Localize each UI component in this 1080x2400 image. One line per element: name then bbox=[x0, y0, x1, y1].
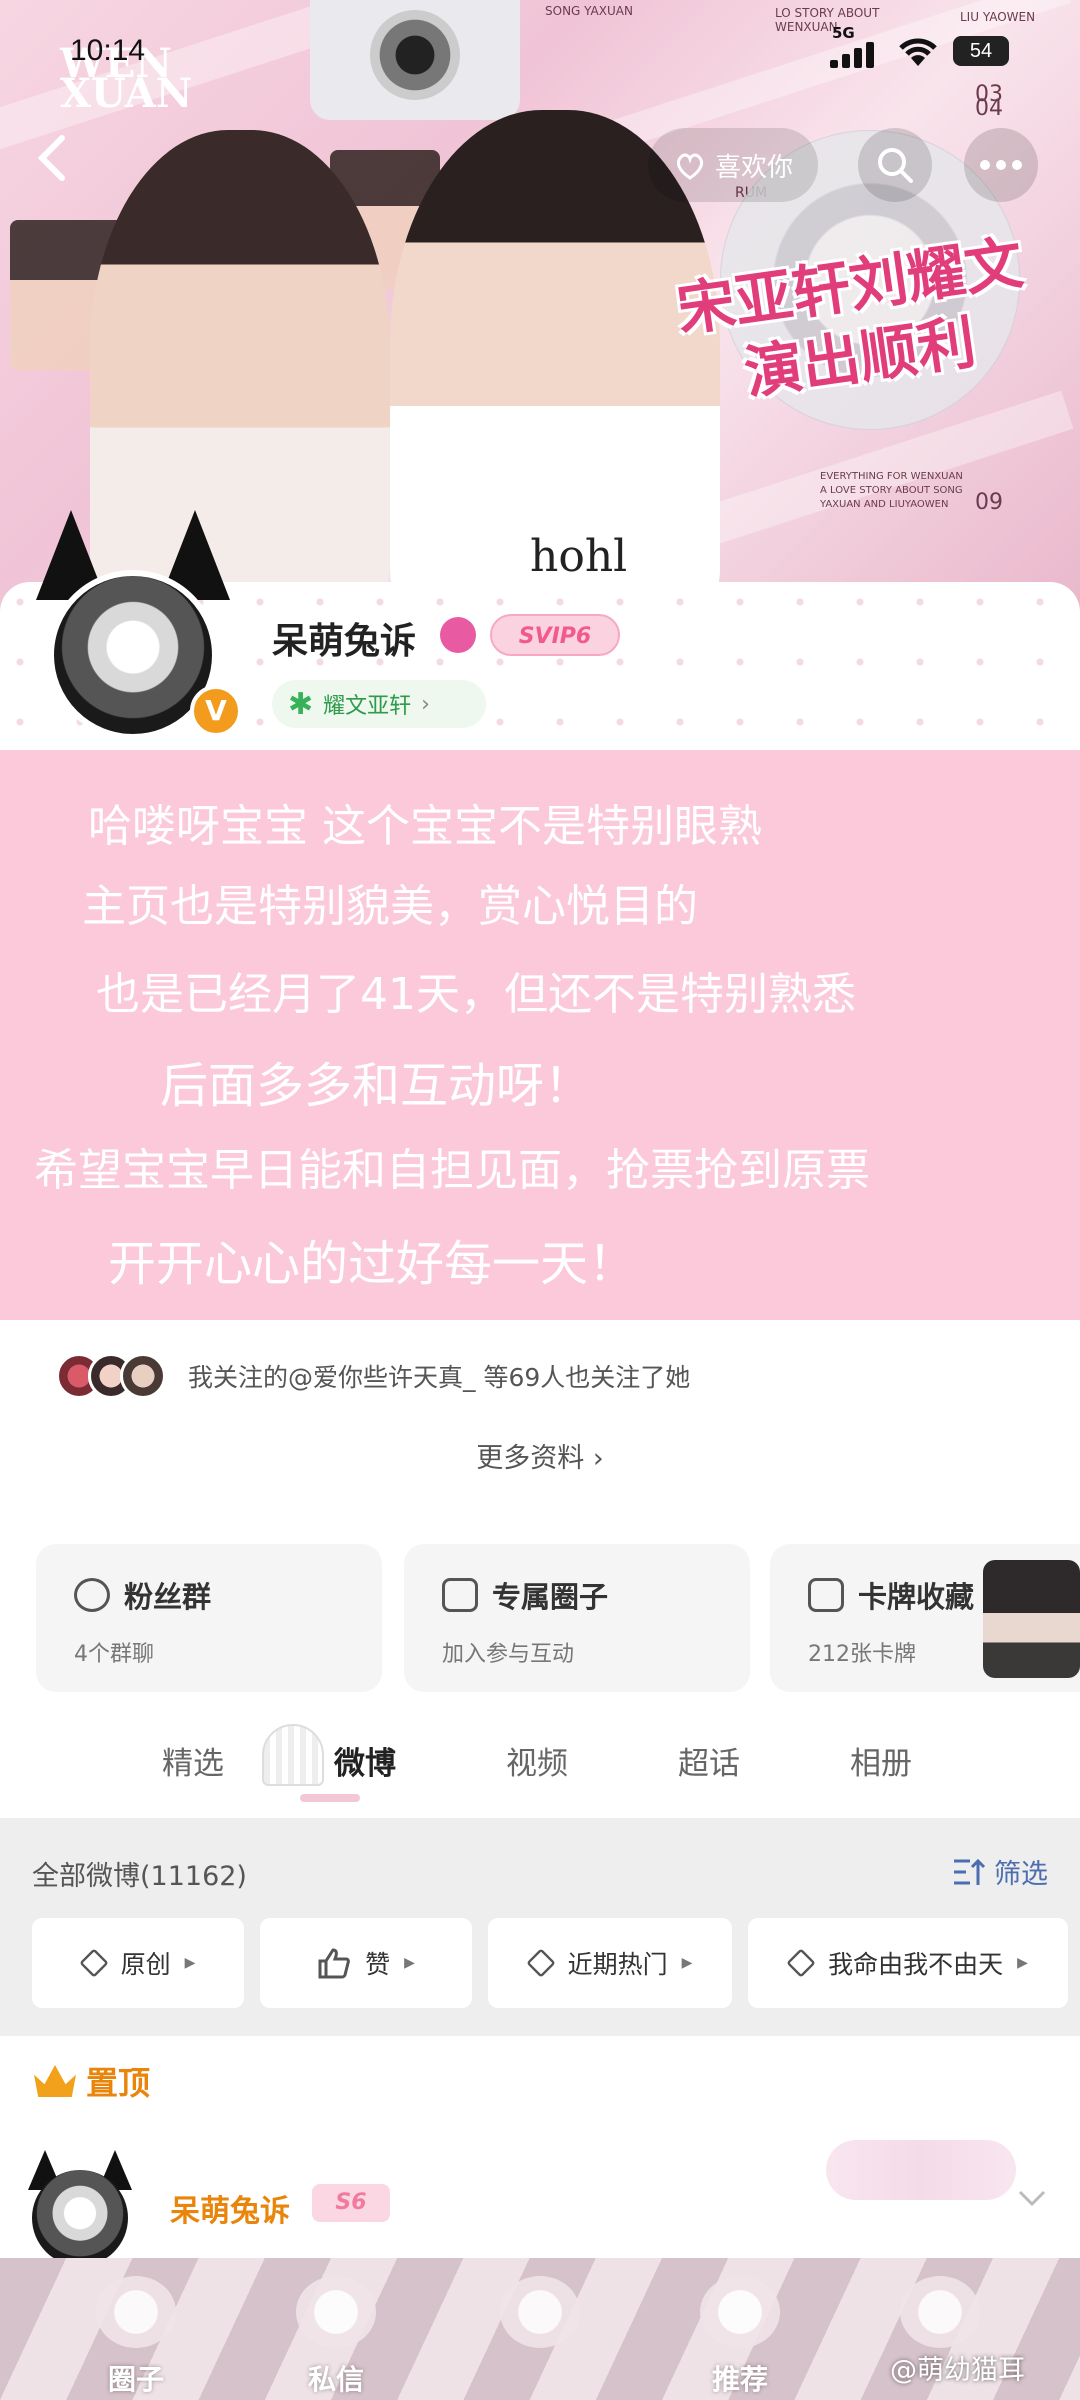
filter-original[interactable]: 原创 ▶ bbox=[32, 1918, 244, 2008]
banner-caption: EVERYTHING FOR WENXUAN A LOVE STORY ABOU… bbox=[820, 471, 963, 510]
post-decoration bbox=[826, 2140, 1016, 2200]
back-arrow-icon[interactable] bbox=[26, 130, 82, 186]
watermark: @萌幼猫耳 bbox=[890, 2355, 1025, 2386]
tab-weibo[interactable]: 微博 bbox=[334, 1738, 396, 1783]
card-subtitle: 4个群聊 bbox=[74, 1642, 154, 1667]
tab-supertopic[interactable]: 超话 bbox=[678, 1738, 740, 1783]
tab-messages[interactable]: 私信 bbox=[308, 2358, 364, 2398]
overlay-line: 哈喽呀宝宝 这个宝宝不是特别眼熟 bbox=[88, 801, 762, 852]
triangle-right-icon: ▶ bbox=[1017, 1955, 1028, 1971]
card-subtitle: 212张卡牌 bbox=[808, 1642, 916, 1667]
avatar[interactable]: V bbox=[30, 510, 250, 740]
like-label: 喜欢你 bbox=[714, 152, 793, 183]
clover-icon: ✱ bbox=[288, 686, 314, 722]
banner-slogan: 宋亚轩刘耀文 演出顺利 bbox=[672, 228, 1028, 408]
filter-custom[interactable]: 我命由我不由天 ▶ bbox=[748, 1918, 1068, 2008]
hand-heart-icon bbox=[676, 153, 703, 180]
triangle-right-icon: ▶ bbox=[681, 1955, 693, 1971]
status-bar: 10:14 5G 54 bbox=[0, 0, 1080, 100]
fan-group-card[interactable]: 粉丝群 4个群聊 bbox=[36, 1544, 382, 1692]
filter-option-label: 原创 bbox=[120, 1950, 171, 1979]
shirt-text: hohl bbox=[530, 531, 628, 582]
network-label: 5G bbox=[832, 24, 855, 42]
filter-liked[interactable]: 赞 ▶ bbox=[260, 1918, 472, 2008]
active-tab-indicator bbox=[300, 1794, 360, 1802]
profile-username: 呆萌兔诉 bbox=[272, 621, 417, 662]
cupcake-icon bbox=[900, 2276, 980, 2348]
layers-icon bbox=[786, 1948, 816, 1978]
overlay-line: 开开心心的过好每一天！ bbox=[108, 1236, 637, 1292]
overlay-line: 主页也是特别貌美，赏心悦目的 bbox=[82, 881, 698, 932]
tab-video[interactable]: 视频 bbox=[506, 1738, 568, 1783]
feed-header: 全部微博(11162) 筛选 原创 ▶ 赞 ▶ 近期热门 ▶ 我命由我不由天 ▶ bbox=[0, 1818, 1080, 2036]
mutual-follow-text: 我关注的@爱你些许天真_ 等69人也关注了她 bbox=[188, 1363, 691, 1392]
search-button[interactable] bbox=[858, 128, 932, 202]
card-title: 专属圈子 bbox=[492, 1580, 609, 1614]
post-avatar[interactable] bbox=[28, 2150, 132, 2270]
filter-button[interactable]: 筛选 bbox=[952, 1852, 1048, 1891]
bear-icon bbox=[296, 2276, 376, 2348]
filter-label: 筛选 bbox=[994, 1859, 1048, 1890]
lens-badge-icon[interactable] bbox=[440, 617, 476, 653]
chevron-down-icon[interactable] bbox=[1014, 2180, 1050, 2216]
more-info-label: 更多资料 bbox=[476, 1443, 585, 1474]
profile-tabs: 精选 微博 视频 超话 相册 bbox=[0, 1724, 1080, 1814]
people-icon bbox=[74, 1578, 110, 1612]
chevron-right-icon: › bbox=[592, 1443, 604, 1474]
card-subtitle: 加入参与互动 bbox=[442, 1642, 575, 1667]
filter-option-label: 赞 bbox=[365, 1950, 391, 1979]
post-count: 全部微博(11162) bbox=[32, 1861, 247, 1892]
tab-album[interactable]: 相册 bbox=[850, 1738, 912, 1783]
search-icon bbox=[878, 148, 913, 183]
layers-icon bbox=[525, 1948, 556, 1978]
more-button[interactable] bbox=[964, 128, 1038, 202]
crown-icon bbox=[34, 2065, 76, 2097]
svip-badge[interactable]: SVIP6 bbox=[490, 614, 620, 656]
filter-option-label: 我命由我不由天 bbox=[828, 1950, 1004, 1979]
chevron-right-icon: › bbox=[421, 691, 430, 717]
feature-cards: 粉丝群 4个群聊 专属圈子 加入参与互动 卡牌收藏 212张卡牌 bbox=[36, 1544, 1080, 1692]
fan-tag[interactable]: ✱ 耀文亚轩 › bbox=[272, 680, 486, 728]
post-vip-badge: S6 bbox=[312, 2184, 390, 2222]
filter-icon bbox=[954, 1858, 986, 1885]
status-time: 10:14 bbox=[70, 34, 146, 67]
layers-icon bbox=[78, 1948, 109, 1978]
tab-recommend[interactable]: 推荐 bbox=[712, 2358, 768, 2398]
fan-tag-label: 耀文亚轩 bbox=[323, 694, 412, 719]
triangle-right-icon: ▶ bbox=[184, 1955, 196, 1971]
overlay-line: 也是已经月了41天，但还不是特别熟悉 bbox=[96, 969, 856, 1020]
post-author-name[interactable]: 呆萌兔诉 bbox=[170, 2186, 290, 2230]
verified-badge: V bbox=[190, 685, 242, 737]
v-plus-icon bbox=[442, 1578, 478, 1612]
more-dots-icon bbox=[980, 160, 1022, 170]
teacup-icon bbox=[700, 2276, 780, 2348]
tab-circle[interactable]: 圈子 bbox=[108, 2358, 164, 2398]
wifi-icon bbox=[899, 38, 937, 66]
message-overlay: 哈喽呀宝宝 这个宝宝不是特别眼熟 主页也是特别貌美，赏心悦目的 也是已经月了41… bbox=[0, 750, 1080, 1320]
card-thumbnail[interactable] bbox=[983, 1560, 1080, 1678]
filter-trending[interactable]: 近期热门 ▶ bbox=[488, 1918, 732, 2008]
like-button[interactable]: 喜欢你 bbox=[648, 128, 818, 202]
cake-icon bbox=[96, 2276, 176, 2348]
banner-date-bottom: 09 bbox=[975, 490, 1003, 515]
thumbs-up-icon bbox=[318, 1948, 350, 1979]
card-title: 粉丝群 bbox=[124, 1580, 212, 1614]
overlay-line: 希望宝宝早日能和自担见面，抢票抢到原票 bbox=[34, 1145, 870, 1196]
triangle-right-icon: ▶ bbox=[404, 1955, 415, 1971]
shell-icon bbox=[262, 1724, 324, 1786]
filter-option-label: 近期热门 bbox=[567, 1950, 668, 1979]
card-icon bbox=[808, 1578, 844, 1612]
mutual-follow-row[interactable]: 我关注的@爱你些许天真_ 等69人也关注了她 bbox=[56, 1348, 690, 1404]
pinned-header: 置顶 bbox=[34, 2058, 150, 2104]
more-info-link[interactable]: 更多资料 › bbox=[0, 1436, 1080, 1475]
pinned-label: 置顶 bbox=[86, 2064, 151, 2102]
egg-icon bbox=[500, 2276, 580, 2348]
card-title: 卡牌收藏 bbox=[858, 1580, 975, 1614]
follower-avatar bbox=[120, 1353, 166, 1399]
exclusive-circle-card[interactable]: 专属圈子 加入参与互动 bbox=[404, 1544, 750, 1692]
tab-featured[interactable]: 精选 bbox=[162, 1738, 224, 1783]
overlay-line: 后面多多和互动呀！ bbox=[160, 1058, 593, 1114]
signal-icon bbox=[830, 42, 878, 68]
battery-icon: 54 bbox=[953, 36, 1009, 66]
